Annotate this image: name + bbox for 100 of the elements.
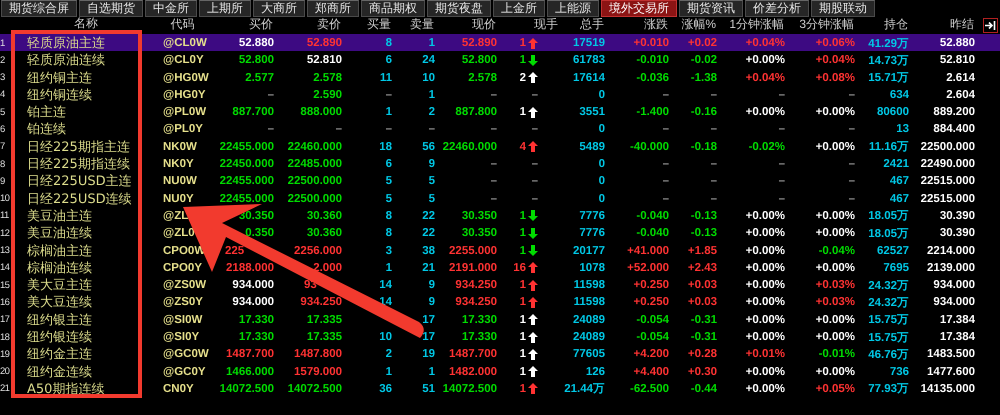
tab[interactable]: 期货资讯 <box>679 0 743 17</box>
table-cell-text: 934.000 <box>932 296 976 308</box>
table-cell-text: 2256.000 <box>293 244 343 257</box>
contract-code: @PL0Y <box>162 123 204 136</box>
column-header[interactable]: 总手 <box>562 17 608 31</box>
tab[interactable]: 上期所 <box>199 0 251 17</box>
tab[interactable]: 境外交易所 <box>601 0 677 17</box>
tab[interactable]: 商品期权 <box>361 0 425 17</box>
table-cell-text: 467 <box>888 175 910 188</box>
table-row[interactable]: 3 纽约铜主连 @HG0W 2.577 2.578 11 10 2.578 2 17614 -0.036 -1.38 +0.04% +0.08% 15.71万 2.614 <box>0 68 1000 86</box>
tab[interactable]: 期股联动 <box>811 0 875 17</box>
table-cell-text: 11598 <box>572 296 606 308</box>
table-row[interactable]: 19 纽约金主连 @GC0W 1487.700 1487.800 2 19 1487.700 1 77605 +4.200 +0.28 +0.01% -0.01% 46.76万 1483.500 <box>0 345 1000 363</box>
table-cell-text: +0.00% <box>814 210 856 222</box>
table-cell-text: 2.578 <box>467 72 498 84</box>
table-row[interactable]: 20 纽约金连续 @GC0Y 1466.000 1579.000 1 1 1482.000 1 126 +4.400 +0.30 +0.00% +0.00% 736 1477.600 <box>0 362 1000 380</box>
table-cell-text: +0.00% <box>744 244 786 257</box>
table-cell-text: +0.00% <box>744 227 786 240</box>
table-cell-text: 2 <box>384 348 393 360</box>
table-cell-text: 52.890 <box>460 37 498 49</box>
column-header[interactable]: 3分钟涨幅 <box>788 17 858 31</box>
table-row[interactable]: 8 日经225期指连续 NK0Y 22450.000 22485.000 6 9 – – 0 – – – – 2421 22490.000 <box>0 155 1000 172</box>
table-cell-text: 1 <box>428 88 436 101</box>
column-header[interactable]: 涨跌 <box>608 17 672 31</box>
table-cell-text: +0.00% <box>744 279 786 292</box>
table-cell-text: 6 <box>384 158 393 170</box>
column-header[interactable]: 现价 <box>438 17 500 31</box>
table-cell-text: +0.01% <box>744 348 786 360</box>
tab[interactable]: 上能源 <box>547 0 599 17</box>
table-cell-text: – <box>662 158 670 170</box>
table-cell: – <box>532 158 538 170</box>
table-cell-text: 9 <box>428 158 436 170</box>
table-cell: 4 <box>520 140 526 153</box>
table-row[interactable]: 7 日经225期指主连 NK0W 22455.000 22460.000 18 56 22460.000 4 5489 -40.000 -0.18 -0.02% +0.00% 11.16万 22500.000 <box>0 138 1000 156</box>
table-row[interactable]: 14 棕榈油连续 CPO0Y 2188.000 2.000 1 21 2191.000 16 1078 +52.000 +2.43 +0.00% +0.00% 7695 2139.000 <box>0 258 1000 276</box>
table-cell-text: – <box>778 158 786 170</box>
table-cell-text: 467 <box>888 192 910 205</box>
row-number: 20 <box>0 366 10 378</box>
table-cell-text: – <box>266 88 275 101</box>
column-header[interactable]: 现手 <box>500 17 562 31</box>
table-row[interactable]: 9 日经225USD主连 NU0W 22455.000 22500.000 5 5 – – 0 – – – – 467 22515.000 <box>0 172 1000 190</box>
table-cell-text: – <box>490 192 498 205</box>
table-row[interactable]: 10 日经225USD连续 NU0Y 22455.000 22500.000 5 5 – – 0 – – – – 467 22515.000 <box>0 190 1000 207</box>
row-number: 3 <box>0 72 5 84</box>
table-cell-text: 24.32万 <box>867 278 910 293</box>
table-cell-text: +0.03% <box>814 279 856 292</box>
column-header[interactable]: 代码 <box>150 17 215 31</box>
tab[interactable]: 期货夜盘 <box>427 0 491 17</box>
contract-code: @ZL0 <box>162 227 196 240</box>
table-row[interactable]: 2 轻质原油连续 @CL0Y 52.800 52.810 6 24 52.800 1 61783 -0.010 -0.02 +0.00% +0.04% 14.73万 52.810 <box>0 51 1000 69</box>
table-row[interactable]: 1 轻质原油主连 @CL0W 52.880 52.890 8 1 52.890 1 17519 +0.010 +0.02 +0.04% +0.06% 41.29万 52.880 <box>0 34 1000 52</box>
table-cell: – <box>532 123 538 136</box>
column-header[interactable]: 1分钟涨幅 <box>720 17 788 31</box>
contract-code: CPO0Y <box>162 262 203 274</box>
tab[interactable]: 上金所 <box>493 0 545 17</box>
table-cell-text: 17614 <box>572 72 606 84</box>
tab[interactable]: 期货综合屏 <box>1 0 77 17</box>
tab[interactable]: 中金所 <box>145 0 197 17</box>
table-cell-text: – <box>848 158 856 170</box>
tab[interactable]: 大商所 <box>253 0 305 17</box>
contract-name: 美大豆主连 <box>26 277 93 294</box>
table-cell-text: +2.43 <box>686 262 718 274</box>
contract-name: 美豆油连续 <box>26 225 93 242</box>
tab[interactable]: 价差分析 <box>745 0 809 17</box>
tab[interactable]: 自选期货 <box>79 0 143 17</box>
table-cell-text: 1477.600 <box>926 366 976 378</box>
column-header[interactable]: 买量 <box>345 17 395 31</box>
arrow-to-bar-icon[interactable] <box>983 18 998 33</box>
table-row[interactable]: 4 纽约铜连续 @HG0Y – 2.590 – 1 – – 0 – – – – 634 2.604 <box>0 86 1000 104</box>
table-row[interactable]: 12 美豆油连续 @ZL0 0.350 30.360 8 22 30.350 1 7776 -0.040 -0.13 +0.00% +0.00% 18.05万 30.390 <box>0 224 1000 242</box>
table-cell-text: 5 <box>384 175 393 188</box>
column-header[interactable]: 买价 <box>215 17 277 31</box>
table-cell-text: – <box>710 123 718 136</box>
table-cell: 1 <box>520 106 526 118</box>
tab[interactable]: 郑商所 <box>307 0 359 17</box>
column-header[interactable]: 名称 <box>22 17 150 30</box>
column-header[interactable]: 涨幅% <box>672 17 720 31</box>
row-number: 9 <box>0 176 5 187</box>
table-cell-text: +0.00% <box>814 262 856 274</box>
contract-name: 日经225期指连续 <box>26 156 131 174</box>
table-cell-text: 6 <box>384 54 393 66</box>
table-row[interactable]: 18 纽约银连续 @SI0Y 17.330 17.335 10 17 17.330 1 24089 -0.054 -0.31 +0.00% +0.00% 15.75万 17.384 <box>0 328 1000 346</box>
column-header[interactable]: 持仓 <box>858 17 912 31</box>
contract-code: NK0Y <box>162 158 195 170</box>
table-row[interactable]: 6 铂连续 @PL0Y – – – – – – 0 – – – – 13 884.400 <box>0 120 1000 138</box>
table-cell: 1 <box>520 314 526 326</box>
table-cell-text: 10 <box>378 331 393 344</box>
column-header[interactable]: 卖量 <box>395 17 438 31</box>
table-cell-text: 52.890 <box>306 37 343 49</box>
table-cell-text: – <box>428 123 436 136</box>
table-row[interactable]: 5 铂主连 @PL0W 887.700 888.000 1 2 887.800 1 3551 -1.400 -0.16 +0.00% +0.00% 80600 889.200 <box>0 103 1000 120</box>
column-header[interactable]: 卖价 <box>277 17 345 31</box>
table-cell-text: 1483.500 <box>926 348 976 360</box>
table-cell-text: 22455.000 <box>218 140 275 153</box>
table-row[interactable]: 17 纽约银主连 @SI0W 17.330 17.335 17 17.330 1 24089 -0.054 -0.31 +0.00% +0.00% 15.75万 17.384 <box>0 310 1000 328</box>
table-cell-text: 19 <box>421 348 436 360</box>
table-cell-text: +0.28 <box>686 348 718 360</box>
column-header[interactable]: 昨结 <box>912 17 978 31</box>
table-cell-text: 46.76万 <box>867 348 910 362</box>
table-cell: 16 <box>513 262 526 274</box>
